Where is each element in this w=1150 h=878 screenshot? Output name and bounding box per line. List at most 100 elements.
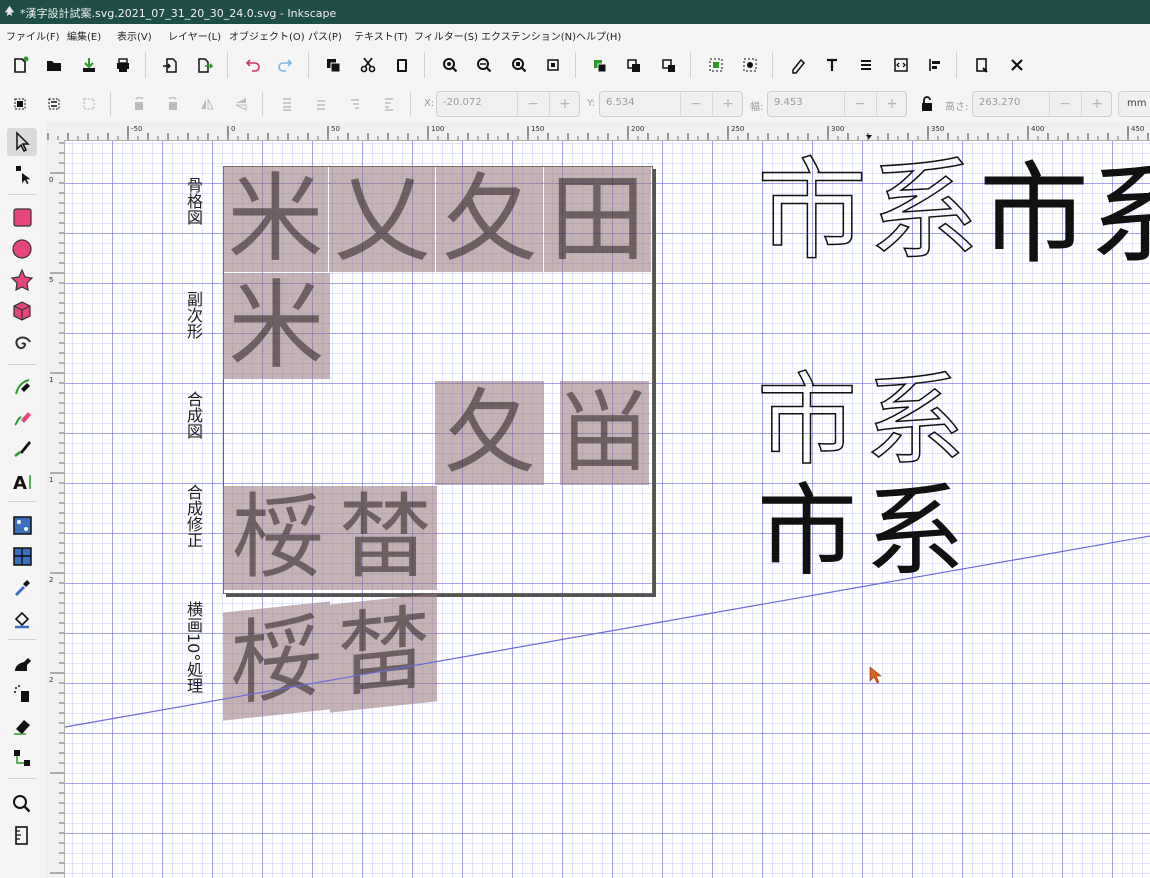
group-icon[interactable]: [703, 52, 729, 78]
zoom-tool-icon[interactable]: [7, 790, 37, 818]
flip-vertical-icon[interactable]: [228, 91, 254, 117]
ellipse-tool-icon[interactable]: [7, 235, 37, 263]
big-glyph-outline[interactable]: 市: [756, 365, 858, 477]
h-input[interactable]: [979, 97, 1049, 108]
glyph-cell[interactable]: 桵: [223, 486, 333, 590]
glyph-cell[interactable]: 畄: [560, 381, 649, 485]
select-all-icon[interactable]: [7, 91, 33, 117]
redo-icon[interactable]: [273, 52, 299, 78]
paste-icon[interactable]: [389, 52, 415, 78]
print-icon[interactable]: [110, 52, 136, 78]
vertical-ruler[interactable]: 0 5 1 1 2 2: [46, 140, 65, 878]
lock-ratio-icon[interactable]: [914, 91, 940, 117]
glyph-cell[interactable]: 米: [223, 273, 330, 379]
duplicate-icon[interactable]: [587, 52, 613, 78]
rotate-cw-icon[interactable]: [160, 91, 186, 117]
text-font-icon[interactable]: [819, 52, 845, 78]
w-increment-button[interactable]: +: [876, 92, 907, 116]
open-folder-icon[interactable]: [41, 52, 67, 78]
document-properties-icon[interactable]: [969, 52, 995, 78]
big-glyph-solid[interactable]: 系: [865, 477, 965, 587]
calligraphy-tool-icon[interactable]: [7, 435, 37, 463]
menu-object[interactable]: オブジェクト(O): [229, 28, 305, 43]
x-spinbox[interactable]: − +: [436, 91, 580, 117]
dropper-tool-icon[interactable]: [7, 574, 37, 602]
menu-edit[interactable]: 編集(E): [67, 28, 101, 43]
layers-icon[interactable]: [853, 52, 879, 78]
bezier-pen-tool-icon[interactable]: [7, 373, 37, 401]
w-input[interactable]: [774, 97, 844, 108]
lower-to-bottom-icon[interactable]: [376, 91, 402, 117]
gradient-tool-icon[interactable]: [7, 512, 37, 540]
menu-filters[interactable]: フィルター(S): [414, 28, 478, 43]
node-tool-icon[interactable]: [7, 160, 37, 188]
ungroup-icon[interactable]: [737, 52, 763, 78]
align-distribute-icon[interactable]: [922, 52, 948, 78]
paint-bucket-tool-icon[interactable]: [7, 605, 37, 633]
fill-stroke-icon[interactable]: [785, 52, 811, 78]
h-spinbox[interactable]: − +: [972, 91, 1112, 117]
tweak-tool-icon[interactable]: [7, 650, 37, 678]
flip-horizontal-icon[interactable]: [194, 91, 220, 117]
h-increment-button[interactable]: +: [1081, 92, 1112, 116]
raise-to-top-icon[interactable]: [274, 91, 300, 117]
big-glyph-outline[interactable]: 系: [868, 150, 980, 272]
clone-icon[interactable]: [621, 52, 647, 78]
menu-layer[interactable]: レイヤー(L): [168, 28, 221, 43]
eraser-tool-icon[interactable]: [7, 712, 37, 740]
rotate-ccw-icon[interactable]: [126, 91, 152, 117]
xml-editor-icon[interactable]: [888, 52, 914, 78]
menu-view[interactable]: 表示(V): [117, 28, 152, 43]
glyph-cell[interactable]: 夂: [435, 381, 544, 485]
zoom-drawing-icon[interactable]: [471, 52, 497, 78]
selector-tool-icon[interactable]: [7, 128, 37, 156]
y-input[interactable]: [606, 97, 676, 108]
unit-select[interactable]: mm: [1118, 91, 1150, 117]
menu-help[interactable]: ヘルプ(H): [576, 28, 621, 43]
connector-tool-icon[interactable]: [7, 744, 37, 772]
3d-box-tool-icon[interactable]: [7, 298, 37, 326]
drawing-canvas[interactable]: 骨格図 副次形 合成図 合成修正 横画10°処理 米 乂 夂 田 米 夂 畄 桵…: [65, 141, 1150, 878]
y-increment-button[interactable]: +: [712, 92, 743, 116]
y-decrement-button[interactable]: −: [680, 92, 711, 116]
glyph-cell[interactable]: 榃: [333, 486, 437, 590]
preferences-icon[interactable]: [1004, 52, 1030, 78]
menu-path[interactable]: パス(P): [308, 28, 342, 43]
rectangle-tool-icon[interactable]: [7, 204, 37, 232]
pencil-tool-icon[interactable]: [7, 404, 37, 432]
cut-icon[interactable]: [355, 52, 381, 78]
big-glyph-outline[interactable]: 系: [864, 365, 966, 477]
spiral-tool-icon[interactable]: [7, 330, 37, 358]
w-spinbox[interactable]: − +: [767, 91, 907, 117]
big-glyph-outline[interactable]: 市: [756, 150, 868, 272]
zoom-page-icon[interactable]: [506, 52, 532, 78]
save-icon[interactable]: [76, 52, 102, 78]
h-decrement-button[interactable]: −: [1049, 92, 1080, 116]
glyph-cell[interactable]: 榃: [330, 593, 437, 713]
y-spinbox[interactable]: − +: [599, 91, 743, 117]
horizontal-ruler[interactable]: -50 0 50 100 150 200 250 300 350 400 450: [46, 122, 1150, 141]
raise-icon[interactable]: [308, 91, 334, 117]
deselect-icon[interactable]: [76, 91, 102, 117]
select-all-layers-icon[interactable]: [41, 91, 67, 117]
copy-icon[interactable]: [320, 52, 346, 78]
w-decrement-button[interactable]: −: [844, 92, 875, 116]
menu-text[interactable]: テキスト(T): [354, 28, 408, 43]
import-icon[interactable]: [158, 52, 184, 78]
big-glyph-solid[interactable]: 系: [1089, 155, 1150, 275]
zoom-selection-icon[interactable]: [437, 52, 463, 78]
spray-tool-icon[interactable]: [7, 680, 37, 708]
x-increment-button[interactable]: +: [549, 92, 580, 116]
zoom-page-width-icon[interactable]: [540, 52, 566, 78]
glyph-cell[interactable]: 田: [544, 166, 651, 272]
lower-icon[interactable]: [342, 91, 368, 117]
new-document-icon[interactable]: [7, 52, 33, 78]
glyph-cell[interactable]: 桵: [223, 601, 330, 721]
undo-icon[interactable]: [239, 52, 265, 78]
menu-extensions[interactable]: エクステンション(N): [481, 28, 576, 43]
big-glyph-solid[interactable]: 市: [757, 477, 857, 587]
glyph-cell[interactable]: 米: [223, 166, 328, 272]
menu-file[interactable]: ファイル(F): [6, 28, 60, 43]
x-input[interactable]: [443, 97, 513, 108]
unlink-clone-icon[interactable]: [656, 52, 682, 78]
